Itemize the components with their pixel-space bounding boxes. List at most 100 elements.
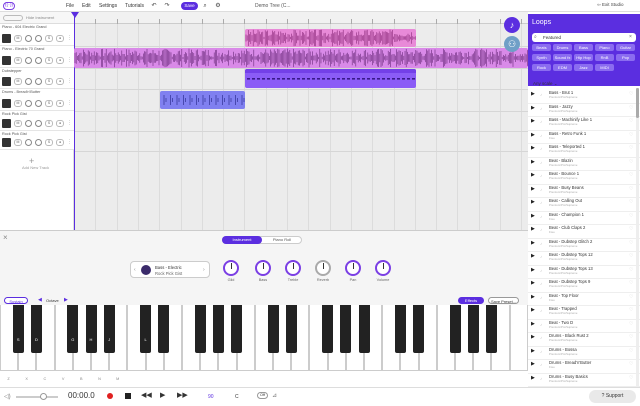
play-icon[interactable]: ▶ (531, 361, 535, 367)
track-row[interactable]: Rock Pick Gist M S ● ⋮ (0, 111, 74, 131)
solo-button[interactable]: S (45, 57, 53, 64)
filter-chip[interactable]: RnB (595, 54, 614, 61)
loop-item[interactable]: ▶ ♪ Beat - Dubstep Glitch 2 Premium/Pro/… (528, 238, 640, 252)
menu-settings[interactable]: Settings (99, 3, 117, 9)
loop-item[interactable]: ▶ ♪ Beat - Busy Beans Premium/Pro/Suprem… (528, 184, 640, 198)
track-name[interactable]: Rock Pick Gist (2, 132, 27, 136)
pan-knob[interactable] (35, 100, 42, 107)
knob-treble[interactable] (285, 260, 301, 276)
knob-glid[interactable] (223, 260, 239, 276)
play-icon[interactable]: ▶ (531, 307, 535, 313)
heart-icon[interactable]: ♡ (629, 226, 633, 232)
filter-chip[interactable]: Bass (574, 44, 593, 51)
pan-knob[interactable] (35, 139, 42, 146)
black-key[interactable] (285, 305, 297, 353)
play-icon[interactable]: ▶ (531, 375, 535, 381)
black-key[interactable] (158, 305, 170, 353)
volume-handle[interactable] (40, 393, 47, 400)
knob-reverb[interactable] (315, 260, 331, 276)
filter-chip[interactable]: Piano (595, 44, 614, 51)
filter-chip[interactable]: Rock (532, 64, 551, 71)
undo-icon[interactable]: ↶ (150, 2, 158, 10)
filter-chip[interactable]: MIDI (595, 64, 614, 71)
clip-piano-1[interactable] (245, 29, 416, 47)
mute-button[interactable]: M (14, 57, 22, 64)
loop-item[interactable]: ▶ ♪ Beat - Top Floor Free ♡ (528, 292, 640, 306)
volume-slider[interactable] (16, 396, 58, 398)
record-arm-button[interactable]: ● (56, 35, 64, 42)
stop-icon[interactable] (125, 393, 131, 399)
heart-icon[interactable]: ♡ (629, 159, 633, 165)
settings-icon[interactable]: ⚙ (214, 2, 222, 10)
solo-button[interactable]: S (45, 78, 53, 85)
sustain-button[interactable]: Sustain (4, 297, 28, 304)
heart-icon[interactable]: ♡ (629, 280, 633, 286)
loop-item[interactable]: ▶ ♪ Bass - Machinify Like 1 Premium/Pro/… (528, 117, 640, 131)
knob-bass[interactable] (255, 260, 271, 276)
forward-icon[interactable]: ▶▶ (177, 391, 188, 399)
timeline-ruler[interactable] (74, 12, 528, 24)
track-menu-icon[interactable]: ⋮ (67, 100, 72, 106)
black-key[interactable] (340, 305, 352, 353)
playhead[interactable] (74, 12, 75, 230)
heart-icon[interactable]: ♡ (629, 307, 633, 313)
black-key[interactable]: D (30, 305, 42, 353)
menu-file[interactable]: File (66, 3, 74, 9)
heart-icon[interactable]: ♡ (629, 334, 633, 340)
instrument-selector[interactable]: Bass - Electric Rock Pick Gist ‹ › (130, 261, 210, 278)
tab-instrument[interactable]: Instrument (222, 236, 262, 244)
play-icon[interactable]: ▶ (531, 159, 535, 165)
heart-icon[interactable]: ♡ (629, 186, 633, 192)
loop-item[interactable]: ▶ ♪ Drums - Bossa Premium/Pro/Supreme ♡ (528, 346, 640, 360)
play-icon[interactable]: ▶ (531, 172, 535, 178)
black-key[interactable] (485, 305, 497, 353)
key-display[interactable]: C (235, 394, 239, 400)
loop-item[interactable]: ▶ ♪ Beat - Two D Premium/Pro/Supreme ♡ (528, 319, 640, 333)
track-row[interactable]: Piano - 604 Electric Grand M S ● ⋮ (0, 24, 74, 46)
knob-volume[interactable] (375, 260, 391, 276)
heart-icon[interactable]: ♡ (629, 267, 633, 273)
filter-chip[interactable]: Guitar (616, 44, 635, 51)
volume-knob[interactable] (25, 57, 32, 64)
black-key[interactable]: H (85, 305, 97, 353)
add-track-label[interactable]: Add New Track (22, 165, 49, 170)
heart-icon[interactable]: ♡ (629, 91, 633, 97)
heart-icon[interactable]: ♡ (629, 199, 633, 205)
black-key[interactable] (394, 305, 406, 353)
record-arm-button[interactable]: ● (56, 120, 64, 127)
save-button[interactable]: Save (181, 2, 198, 10)
record-icon[interactable] (107, 393, 113, 399)
metronome-icon[interactable]: ⊿ (272, 392, 277, 399)
playhead-handle[interactable] (71, 12, 79, 18)
track-name[interactable]: Piano - Electric 70 Grand (2, 47, 44, 51)
support-button[interactable]: ? Support (589, 390, 636, 403)
solo-button[interactable]: S (45, 100, 53, 107)
play-icon[interactable]: ▶ (531, 91, 535, 97)
play-icon[interactable]: ▶ (531, 321, 535, 327)
clip-dubstep[interactable] (245, 69, 416, 88)
effects-button[interactable]: Effects (458, 297, 484, 304)
logo-icon[interactable]: ((·)) (3, 2, 15, 10)
solo-button[interactable]: S (45, 120, 53, 127)
mute-button[interactable]: M (14, 78, 22, 85)
track-name[interactable]: Dubstepper (2, 69, 22, 73)
loop-item[interactable]: ▶ ♪ Drums - Black Rust 2 Premium/Pro/Sup… (528, 333, 640, 347)
play-icon[interactable]: ▶ (531, 226, 535, 232)
black-key[interactable] (358, 305, 370, 353)
track-row[interactable]: Rock Pick Gist M S ● ⋮ (0, 131, 74, 150)
black-key[interactable]: S (12, 305, 24, 353)
black-key[interactable]: G (67, 305, 79, 353)
redo-icon[interactable]: ↷ (163, 2, 171, 10)
rewind-icon[interactable]: ◀◀ (141, 391, 152, 399)
play-icon[interactable]: ▶ (531, 280, 535, 286)
loop-item[interactable]: ▶ ♪ Beat - Bounce 1 Premium/Pro/Supreme … (528, 171, 640, 185)
track-menu-icon[interactable]: ⋮ (67, 139, 72, 145)
heart-icon[interactable]: ♡ (629, 253, 633, 259)
octave-up-icon[interactable]: ▶ (64, 297, 68, 303)
close-icon[interactable]: × (3, 233, 8, 242)
pan-knob[interactable] (35, 120, 42, 127)
loops-search-input[interactable]: Featured (532, 33, 636, 42)
heart-icon[interactable]: ♡ (629, 361, 633, 367)
black-key[interactable] (194, 305, 206, 353)
track-row[interactable]: Piano - Electric 70 Grand M S ● ⋮ (0, 46, 74, 68)
